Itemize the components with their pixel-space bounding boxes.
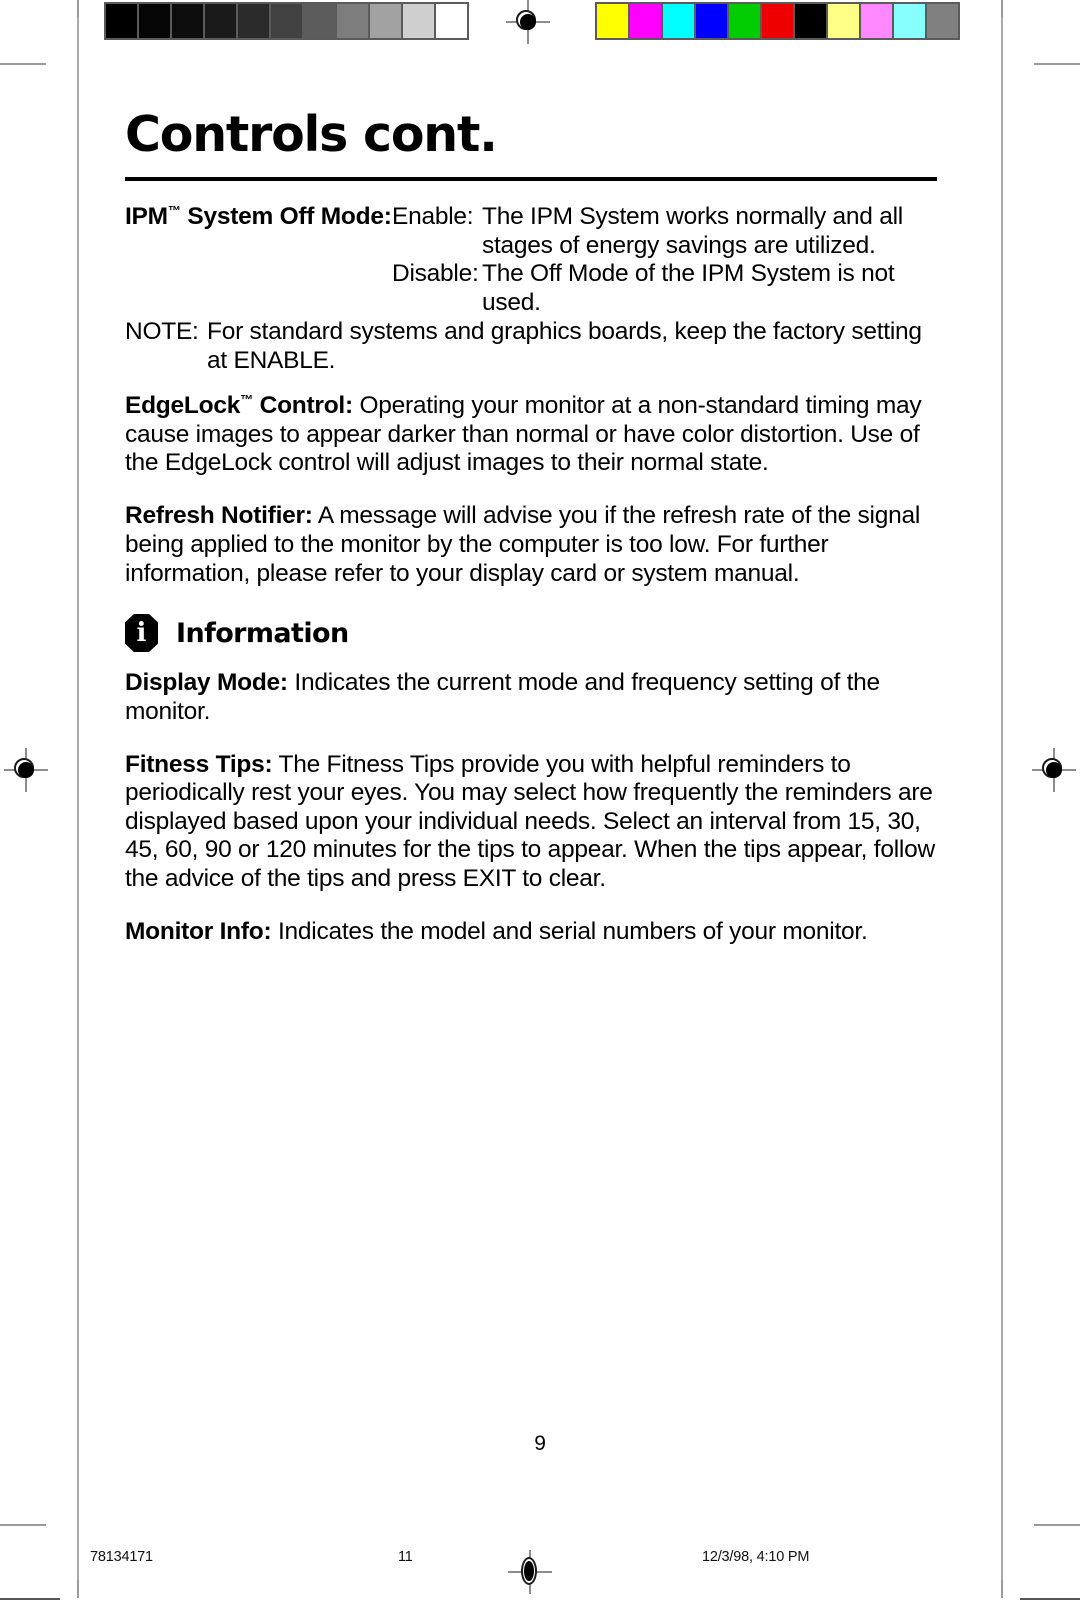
color-swatch-3 bbox=[696, 4, 727, 38]
edgelock-term-rest: Control: bbox=[253, 392, 354, 420]
grayscale-swatch-1 bbox=[139, 4, 170, 38]
grayscale-swatch-6 bbox=[304, 4, 335, 38]
refresh-notifier-paragraph: Refresh Notifier: A message will advise … bbox=[125, 502, 937, 588]
display-mode-term: Display Mode: bbox=[125, 669, 288, 697]
color-swatch-2 bbox=[663, 4, 694, 38]
registration-dot bbox=[18, 762, 34, 778]
trademark-symbol: ™ bbox=[167, 203, 181, 218]
trim-tick-right-bottom bbox=[1034, 1524, 1080, 1526]
ipm-enable-label: Enable: bbox=[392, 203, 474, 230]
page-content: Controls cont. IPM™ System Off Mode: Ena… bbox=[125, 110, 937, 971]
monitor-info-term: Monitor Info: bbox=[125, 917, 272, 945]
grayscale-swatch-2 bbox=[172, 4, 203, 38]
color-swatch-1 bbox=[630, 4, 661, 38]
grayscale-step-wedge bbox=[104, 2, 469, 40]
trim-tick-left-bottom bbox=[0, 1524, 46, 1526]
monitor-info-paragraph: Monitor Info: Indicates the model and se… bbox=[125, 918, 937, 947]
print-timestamp: 12/3/98, 4:10 PM bbox=[702, 1549, 810, 1565]
note-text-continued: at ENABLE. bbox=[207, 346, 336, 374]
note-text: For standard systems and graphics boards… bbox=[207, 318, 922, 346]
ipm-system-off-mode-block: IPM™ System Off Mode: Enable: The IPM Sy… bbox=[125, 203, 937, 317]
print-sheet-number: 11 bbox=[398, 1549, 413, 1565]
monitor-info-body: Indicates the model and serial numbers o… bbox=[271, 917, 868, 945]
title-divider-rule bbox=[125, 177, 937, 181]
page-number: 9 bbox=[534, 1432, 546, 1455]
grayscale-swatch-3 bbox=[205, 4, 236, 38]
info-icon-glyph: i bbox=[136, 617, 147, 648]
ipm-disable-label: Disable: bbox=[392, 260, 479, 288]
color-swatch-7 bbox=[828, 4, 859, 38]
crop-mark-bottom-right bbox=[1020, 1538, 1080, 1600]
crop-mark-top-left bbox=[0, 0, 60, 60]
refresh-notifier-term: Refresh Notifier: bbox=[125, 502, 313, 530]
information-section-heading: i Information bbox=[125, 614, 937, 653]
print-footer: 78134171 11 12/3/98, 4:10 PM bbox=[90, 1549, 990, 1567]
page-title: Controls cont. bbox=[125, 106, 498, 163]
page-edge-rule-left bbox=[77, 18, 79, 1580]
grayscale-swatch-10 bbox=[436, 4, 467, 38]
fitness-tips-term: Fitness Tips: bbox=[125, 750, 273, 778]
trademark-symbol: ™ bbox=[240, 392, 254, 408]
ipm-term: IPM™ System Off Mode: bbox=[125, 203, 392, 260]
registration-target-right bbox=[1032, 748, 1076, 792]
color-swatch-0 bbox=[597, 4, 628, 38]
crop-mark-bottom-left bbox=[0, 1538, 60, 1600]
grayscale-swatch-8 bbox=[370, 4, 401, 38]
note-label: NOTE: bbox=[125, 318, 199, 346]
page-edge-rule-right bbox=[1001, 18, 1003, 1580]
registration-target-left bbox=[4, 748, 48, 792]
color-swatch-9 bbox=[894, 4, 925, 38]
information-heading-label: Information bbox=[176, 617, 349, 649]
edgelock-control-paragraph: EdgeLock™ Control: Operating your monito… bbox=[125, 392, 937, 478]
color-swatch-5 bbox=[762, 4, 793, 38]
ipm-disable-description: The Off Mode of the IPM System is not us… bbox=[482, 260, 895, 316]
registration-dot bbox=[520, 14, 536, 30]
color-swatch-4 bbox=[729, 4, 760, 38]
process-color-bar bbox=[595, 2, 960, 40]
ipm-note-block: NOTE: For standard systems and graphics … bbox=[125, 318, 937, 375]
ipm-term-name: IPM bbox=[125, 203, 168, 231]
grayscale-swatch-5 bbox=[271, 4, 302, 38]
registration-target-top bbox=[506, 0, 550, 44]
ipm-enable-description: The IPM System works normally and all st… bbox=[482, 203, 903, 259]
crop-mark-top-right bbox=[1020, 0, 1080, 60]
color-swatch-6 bbox=[795, 4, 826, 38]
registration-dot bbox=[1046, 762, 1062, 778]
grayscale-swatch-0 bbox=[106, 4, 137, 38]
edgelock-term-name: EdgeLock bbox=[125, 392, 241, 420]
grayscale-swatch-4 bbox=[238, 4, 269, 38]
fitness-tips-paragraph: Fitness Tips: The Fitness Tips provide y… bbox=[125, 751, 937, 894]
trim-tick-left-top bbox=[0, 63, 46, 65]
color-swatch-8 bbox=[861, 4, 892, 38]
color-swatch-10 bbox=[927, 4, 958, 38]
trim-tick-right-top bbox=[1034, 63, 1080, 65]
edgelock-term: EdgeLock™ Control: bbox=[125, 392, 353, 419]
print-job-number: 78134171 bbox=[90, 1549, 153, 1565]
grayscale-swatch-7 bbox=[337, 4, 368, 38]
info-icon: i bbox=[125, 614, 158, 653]
grayscale-swatch-9 bbox=[403, 4, 434, 38]
display-mode-paragraph: Display Mode: Indicates the current mode… bbox=[125, 669, 937, 726]
ipm-term-rest: System Off Mode: bbox=[180, 203, 392, 231]
